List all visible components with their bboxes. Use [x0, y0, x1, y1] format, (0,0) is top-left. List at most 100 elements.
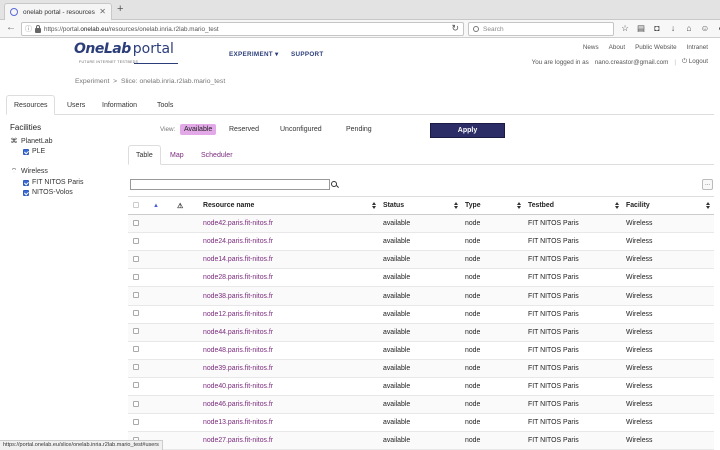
row-checkbox[interactable]: [133, 382, 139, 389]
column-facility[interactable]: Facility: [623, 195, 714, 216]
view-unconfigured[interactable]: Unconfigured: [276, 124, 326, 135]
column-resource-name[interactable]: Resource name: [200, 195, 380, 216]
reload-icon[interactable]: ↻: [451, 23, 459, 34]
resource-link[interactable]: node12.paris.fit-nitos.fr: [203, 311, 273, 318]
view-available[interactable]: Available: [180, 124, 217, 135]
table-row[interactable]: node39.paris.fit-nitos.fr available node FI…: [128, 359, 714, 378]
facility-item-nitos-volos[interactable]: NITOS-Volos: [23, 189, 120, 196]
link-public-website[interactable]: Public Website: [635, 44, 677, 51]
row-checkbox[interactable]: [133, 237, 139, 244]
pocket-icon[interactable]: ◘: [652, 23, 662, 34]
tab-table[interactable]: Table: [128, 145, 161, 165]
row-checkbox[interactable]: [133, 328, 139, 335]
extension-icon[interactable]: ●: [716, 23, 720, 34]
table-row[interactable]: node12.paris.fit-nitos.fr available node FI…: [128, 305, 714, 324]
row-checkbox[interactable]: [133, 219, 139, 226]
row-checkbox[interactable]: [133, 310, 139, 317]
warning-column[interactable]: ⚠: [174, 195, 200, 216]
resource-link[interactable]: node42.paris.fit-nitos.fr: [203, 220, 273, 227]
row-checkbox[interactable]: [133, 273, 139, 280]
onelab-portal-logo[interactable]: OneLab portal FUTURE INTERNET TESTBEDS: [74, 41, 194, 69]
testbed-cell: FIT NITOS Paris: [525, 413, 623, 433]
resource-link[interactable]: node14.paris.fit-nitos.fr: [203, 256, 273, 263]
resource-link[interactable]: node13.paris.fit-nitos.fr: [203, 419, 273, 426]
facility-item-fit-nitos-paris[interactable]: FIT NITOS Paris: [23, 179, 120, 186]
row-checkbox[interactable]: [133, 400, 139, 407]
breadcrumb: Experiment > Slice: onelab.inria.r2lab.m…: [75, 78, 225, 85]
checkbox-nitos-volos[interactable]: [23, 189, 29, 196]
row-checkbox[interactable]: [133, 292, 139, 299]
info-icon[interactable]: ⓘ: [25, 24, 32, 34]
facility-item-ple[interactable]: PLE: [23, 148, 120, 155]
row-checkbox[interactable]: [133, 418, 139, 425]
user-email[interactable]: nano.creastor@gmail.com: [595, 59, 669, 66]
row-checkbox[interactable]: [133, 255, 139, 262]
tab-map[interactable]: Map: [163, 145, 191, 165]
menu-support[interactable]: SUPPORT: [291, 51, 324, 58]
resource-link[interactable]: node39.paris.fit-nitos.fr: [203, 365, 273, 372]
column-type[interactable]: Type: [462, 195, 525, 216]
search-icon[interactable]: [331, 181, 338, 188]
column-status[interactable]: Status: [380, 195, 462, 216]
download-icon[interactable]: ↓: [668, 23, 678, 34]
table-row[interactable]: node27.paris.fit-nitos.fr available node FI…: [128, 431, 714, 450]
logout-button[interactable]: ⏻ Logout: [682, 58, 708, 66]
tab-information[interactable]: Information: [95, 95, 144, 115]
table-row[interactable]: node48.paris.fit-nitos.fr available node FI…: [128, 341, 714, 360]
sort-user-column[interactable]: ▲: [150, 195, 174, 216]
bookmark-star-icon[interactable]: ☆: [620, 23, 630, 34]
resource-search-input[interactable]: [130, 179, 330, 190]
table-row[interactable]: node44.paris.fit-nitos.fr available node FI…: [128, 323, 714, 342]
link-intranet[interactable]: Intranet: [687, 44, 708, 51]
new-tab-icon[interactable]: +: [117, 3, 123, 15]
facility-header-planetlab[interactable]: ⌘ PlanetLab: [10, 137, 120, 146]
type-cell: node: [462, 250, 525, 270]
menu-experiment[interactable]: EXPERIMENT ▾: [229, 51, 278, 58]
column-testbed[interactable]: Testbed: [525, 195, 623, 216]
resource-link[interactable]: node46.paris.fit-nitos.fr: [203, 401, 273, 408]
browser-search-field[interactable]: Search: [468, 22, 614, 36]
select-all-checkbox[interactable]: [133, 201, 139, 208]
browser-tab[interactable]: onelab portal - resources ✕: [4, 3, 112, 20]
table-row[interactable]: node24.paris.fit-nitos.fr available node FI…: [128, 232, 714, 252]
status-cell: available: [380, 359, 462, 378]
tab-users[interactable]: Users: [60, 95, 92, 115]
reading-list-icon[interactable]: ▤: [636, 23, 646, 34]
table-row[interactable]: node14.paris.fit-nitos.fr available node FI…: [128, 250, 714, 270]
testbed-cell: FIT NITOS Paris: [525, 341, 623, 360]
tab-resources[interactable]: Resources: [6, 95, 56, 115]
view-pending[interactable]: Pending: [342, 124, 376, 135]
resource-name-cell: node27.paris.fit-nitos.fr: [200, 431, 380, 450]
resource-link[interactable]: node24.paris.fit-nitos.fr: [203, 238, 273, 245]
row-checkbox[interactable]: [133, 364, 139, 371]
table-row[interactable]: node40.paris.fit-nitos.fr available node FI…: [128, 377, 714, 397]
column-options-button[interactable]: ...: [702, 179, 713, 190]
apply-button[interactable]: Apply: [430, 123, 505, 138]
checkbox-fit-nitos-paris[interactable]: [23, 179, 29, 186]
close-tab-icon[interactable]: ✕: [99, 7, 106, 16]
checkbox-ple[interactable]: [23, 148, 29, 155]
table-row[interactable]: node38.paris.fit-nitos.fr available node FI…: [128, 286, 714, 306]
address-bar[interactable]: ⓘ https://portal. onelab.eu/resources/one…: [21, 22, 464, 36]
facility-header-wireless[interactable]: ⌔ Wireless: [10, 167, 120, 176]
tab-tools[interactable]: Tools: [150, 95, 180, 115]
resource-link[interactable]: node27.paris.fit-nitos.fr: [203, 437, 273, 444]
table-row[interactable]: node42.paris.fit-nitos.fr available node FI…: [128, 214, 714, 234]
table-row[interactable]: node28.paris.fit-nitos.fr available node FI…: [128, 268, 714, 288]
resource-link[interactable]: node48.paris.fit-nitos.fr: [203, 347, 273, 354]
resource-link[interactable]: node40.paris.fit-nitos.fr: [203, 383, 273, 390]
resource-link[interactable]: node44.paris.fit-nitos.fr: [203, 329, 273, 336]
chat-icon[interactable]: ☺: [700, 23, 710, 34]
link-about[interactable]: About: [609, 44, 625, 51]
tab-scheduler[interactable]: Scheduler: [194, 145, 240, 165]
table-row[interactable]: node46.paris.fit-nitos.fr available node FI…: [128, 395, 714, 415]
resource-link[interactable]: node28.paris.fit-nitos.fr: [203, 274, 273, 281]
link-news[interactable]: News: [583, 44, 599, 51]
row-checkbox[interactable]: [133, 346, 139, 353]
view-reserved[interactable]: Reserved: [225, 124, 263, 135]
resource-link[interactable]: node38.paris.fit-nitos.fr: [203, 293, 273, 300]
back-arrow-icon[interactable]: ←: [6, 22, 16, 33]
table-row[interactable]: node13.paris.fit-nitos.fr available node FI…: [128, 413, 714, 433]
home-icon[interactable]: ⌂: [684, 23, 694, 34]
breadcrumb-root[interactable]: Experiment: [75, 78, 109, 85]
